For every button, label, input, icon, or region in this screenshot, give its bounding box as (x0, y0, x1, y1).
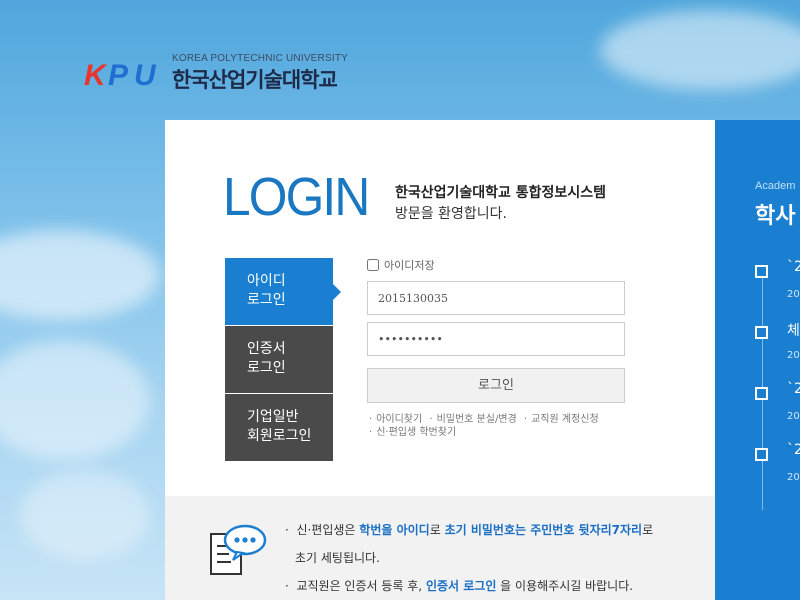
notice-line-1: · 신·편입생은 학번을 아이디로 초기 비밀번호는 주민번호 뒷자리7자리로 (285, 523, 654, 537)
login-heading: LOGIN (223, 167, 370, 227)
svg-text:U: U (134, 59, 157, 89)
lost-password-link[interactable]: 비밀번호 분실/변경 (437, 414, 517, 425)
notice-line-2: · 교직원은 인증서 등록 후, 인증서 로그인 을 이용해주시길 바랍니다. (285, 579, 634, 593)
cloud-decoration (600, 10, 800, 90)
schedule-title: 학사 (755, 204, 796, 229)
account-help-links: · 아이디찾기 · 비밀번호 분실/변경 · 교직원 계정신청 · 신·편입생 학번찾기 (365, 413, 599, 439)
academic-schedule-panel: Academ 학사 `2 202 체 202 `2 202 `2 202 (715, 120, 800, 600)
find-id-link[interactable]: 아이디찾기 (376, 414, 422, 425)
save-id-checkbox[interactable] (367, 259, 379, 271)
notice-text: · 신·편입생은 학번을 아이디로 초기 비밀번호는 주민번호 뒷자리7자리로 … (285, 516, 653, 600)
notice-highlight: 인증서 로그인 (425, 579, 497, 593)
notice-text-part: 신·편입생은 (296, 523, 360, 537)
notice-highlight: 초기 비밀번호는 주민번호 뒷자리7자리 (444, 523, 643, 537)
password-input[interactable] (367, 322, 625, 356)
logo-subtitle: KOREA POLYTECHNIC UNIVERSITY (172, 53, 349, 64)
welcome-title: 한국산업기술대학교 통합정보시스템 (395, 185, 606, 201)
schedule-item-date: 202 (787, 411, 800, 422)
schedule-item-title: `2 (787, 381, 800, 397)
square-bullet-icon (755, 448, 768, 461)
logo-title: 한국산업기술대학교 (172, 68, 338, 92)
schedule-item-title: `2 (787, 259, 800, 275)
tab-certificate-login[interactable]: 인증서 로그인 (225, 326, 333, 393)
tab-label: 로그인 (247, 360, 286, 376)
user-id-input[interactable] (367, 281, 625, 315)
tab-label: 로그인 (247, 292, 286, 308)
notice-highlight: 학번을 아이디 (359, 523, 430, 537)
schedule-item[interactable]: `2 202 (755, 442, 800, 488)
tab-label: 기업일반 (247, 409, 299, 425)
login-button[interactable]: 로그인 (367, 368, 625, 403)
schedule-item[interactable]: 체 202 (755, 323, 800, 366)
tab-company-member-login[interactable]: 기업일반 회원로그인 (225, 394, 333, 461)
tab-label: 인증서 (247, 341, 286, 357)
notice-box: · 신·편입생은 학번을 아이디로 초기 비밀번호는 주민번호 뒷자리7자리로 … (165, 496, 715, 600)
find-student-number-link[interactable]: 신·편입생 학번찾기 (376, 427, 456, 438)
welcome-subtitle: 방문을 환영합니다. (395, 206, 507, 222)
bullet: · (523, 414, 528, 425)
square-bullet-icon (755, 387, 768, 400)
active-tab-arrow-icon (333, 284, 341, 300)
schedule-item-date: 202 (787, 350, 800, 361)
cloud-decoration (0, 340, 150, 460)
schedule-item-title: 체 (787, 323, 800, 339)
svg-text:K: K (84, 59, 108, 89)
tab-label: 아이디 (247, 273, 286, 289)
notice-text-part: 로 (429, 523, 445, 537)
tab-id-login[interactable]: 아이디 로그인 (225, 258, 341, 325)
kpu-logo-mark: K P U (84, 59, 157, 89)
schedule-item[interactable]: `2 202 (755, 381, 800, 427)
bullet: · (369, 427, 373, 438)
schedule-item-date: 202 (787, 289, 800, 300)
schedule-item-date: 202 (787, 472, 800, 483)
staff-account-request-link[interactable]: 교직원 계정신청 (531, 414, 599, 425)
login-panel: LOGIN 한국산업기술대학교 통합정보시스템 방문을 환영합니다. 아이디 로… (165, 120, 715, 600)
notice-text-part: 로 (642, 523, 654, 537)
speech-bubble-document-icon (210, 524, 267, 575)
notice-text-part: 교직원은 인증서 등록 후, (296, 579, 426, 593)
login-type-tabs: 아이디 로그인 인증서 로그인 기업일반 회원로그인 (225, 258, 341, 462)
save-id-option[interactable]: 아이디저장 (367, 257, 435, 273)
square-bullet-icon (755, 326, 768, 339)
svg-text:P: P (108, 59, 129, 89)
bullet: · (429, 414, 433, 425)
notice-text-part: 을 이용해주시길 바랍니다. (496, 579, 634, 593)
cloud-decoration (20, 470, 150, 560)
square-bullet-icon (755, 265, 768, 278)
schedule-item[interactable]: `2 202 (755, 259, 800, 305)
schedule-item-title: `2 (787, 442, 800, 458)
save-id-label: 아이디저장 (384, 259, 435, 272)
tab-label: 회원로그인 (247, 428, 312, 444)
schedule-subtitle: Academ (755, 180, 796, 192)
notice-line-1-cont: 초기 세팅됩니다. (295, 551, 380, 565)
cloud-decoration (0, 230, 160, 320)
bullet: · (369, 414, 373, 425)
